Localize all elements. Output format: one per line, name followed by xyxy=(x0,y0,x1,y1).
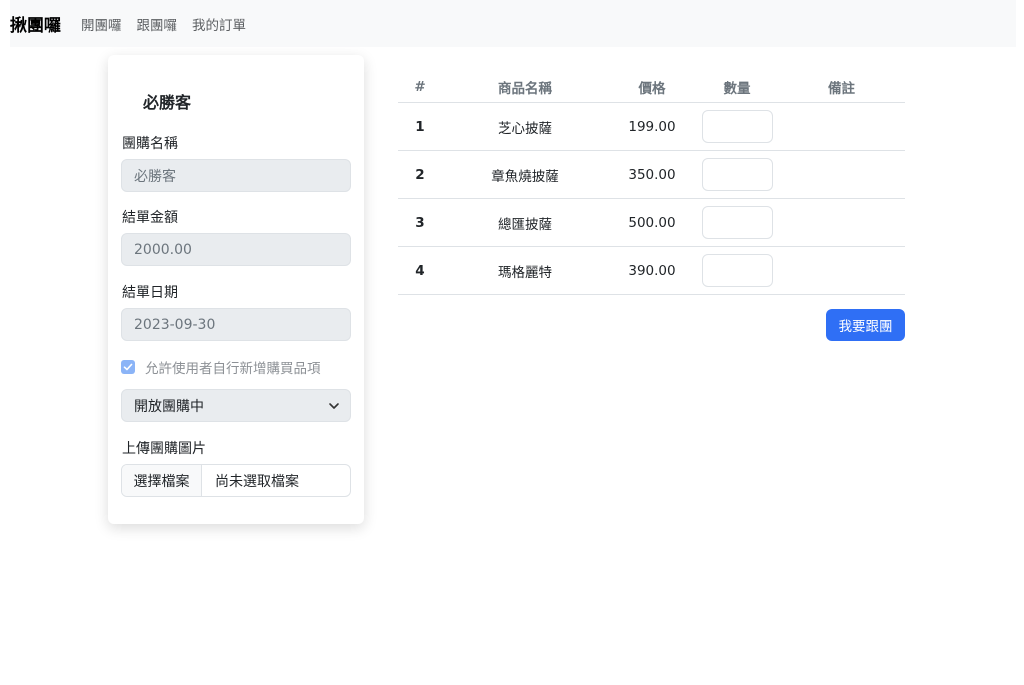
card-title: 必勝客 xyxy=(143,93,192,112)
allow-add-checkbox[interactable] xyxy=(121,360,135,374)
quantity-input[interactable] xyxy=(701,110,773,143)
row-number: 1 xyxy=(415,118,425,135)
navbar: 揪團囉 開團囉 跟團囉 我的訂單 xyxy=(10,0,1016,47)
join-group-button[interactable]: 我要跟團 xyxy=(826,309,905,341)
group-name-label: 團購名稱 xyxy=(122,136,178,152)
status-select[interactable]: 開放團購中 xyxy=(121,389,351,422)
header-number: # xyxy=(414,79,426,95)
brand-logo[interactable]: 揪團囉 xyxy=(10,11,61,36)
row-price: 350.00 xyxy=(628,166,676,183)
row-number: 2 xyxy=(415,166,425,183)
quantity-input[interactable] xyxy=(701,206,773,239)
check-icon xyxy=(123,363,133,371)
header-quantity: 數量 xyxy=(723,81,751,97)
nav-link-open-group[interactable]: 開團囉 xyxy=(81,14,122,34)
quantity-input[interactable] xyxy=(701,254,773,287)
table-row: 1 芝心披薩 199.00 xyxy=(398,103,905,151)
allow-add-label: 允許使用者自行新增購買品項 xyxy=(145,361,321,377)
quantity-input[interactable] xyxy=(701,158,773,191)
header-note: 備註 xyxy=(828,81,855,97)
group-info-card: 必勝客 團購名稱 必勝客 結單金額 2000.00 結單日期 2023-09-3… xyxy=(108,55,364,524)
row-number: 3 xyxy=(415,214,425,231)
row-number: 4 xyxy=(415,262,425,279)
table-row: 3 總匯披薩 500.00 xyxy=(398,199,905,247)
row-price: 390.00 xyxy=(628,262,676,279)
row-price: 199.00 xyxy=(628,118,676,135)
items-table: # 商品名稱 價格 數量 備註 1 芝心披薩 199.00 2 章魚燒披薩 35… xyxy=(398,72,905,295)
row-name: 瑪格麗特 xyxy=(498,264,552,281)
group-name-field[interactable]: 必勝客 xyxy=(121,159,351,192)
upload-label: 上傳團購圖片 xyxy=(122,441,206,457)
row-name: 章魚燒披薩 xyxy=(491,168,559,185)
status-select-value: 開放團購中 xyxy=(134,398,204,415)
row-name: 總匯披薩 xyxy=(498,216,552,233)
table-header: # 商品名稱 價格 數量 備註 xyxy=(398,72,905,103)
date-label: 結單日期 xyxy=(122,285,178,301)
date-field[interactable]: 2023-09-30 xyxy=(121,308,351,341)
amount-field[interactable]: 2000.00 xyxy=(121,233,351,266)
row-price: 500.00 xyxy=(628,214,676,231)
table-row: 4 瑪格麗特 390.00 xyxy=(398,247,905,295)
choose-file-button[interactable]: 選擇檔案 xyxy=(122,465,202,496)
row-name: 芝心披薩 xyxy=(498,120,552,137)
file-upload-input[interactable]: 選擇檔案 尚未選取檔案 xyxy=(121,464,351,497)
nav-link-join-group[interactable]: 跟團囉 xyxy=(137,14,178,34)
chevron-down-icon xyxy=(329,402,339,409)
header-price: 價格 xyxy=(638,81,666,97)
table-row: 2 章魚燒披薩 350.00 xyxy=(398,151,905,199)
allow-add-row: 允許使用者自行新增購買品項 xyxy=(121,357,321,377)
header-name: 商品名稱 xyxy=(498,81,552,97)
file-name-text: 尚未選取檔案 xyxy=(215,473,299,490)
nav-link-my-orders[interactable]: 我的訂單 xyxy=(192,14,246,34)
amount-label: 結單金額 xyxy=(122,210,178,226)
